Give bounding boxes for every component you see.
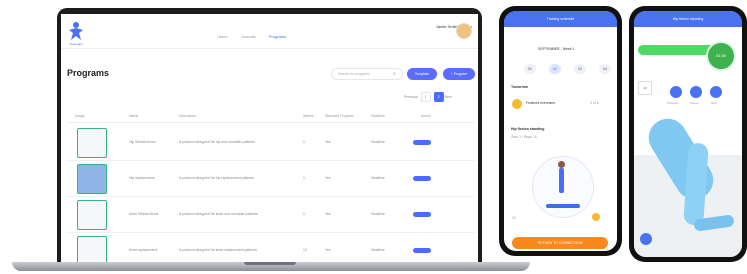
- page-title: Programs: [67, 68, 110, 78]
- column-weeks: Weeks: [303, 114, 314, 118]
- template-button[interactable]: Template: [407, 68, 437, 80]
- table-row[interactable]: Knee replacement A protocol designed for…: [67, 234, 475, 264]
- coin-icon: [592, 213, 600, 221]
- day-chip[interactable]: 04: [599, 64, 611, 74]
- program-description: A protocol designed for knee and shoulde…: [179, 212, 258, 216]
- program-standard: Yes: [325, 248, 331, 252]
- program-description: A protocol designed for hip replacement …: [179, 176, 254, 180]
- phone-right: Hip flexion standing 01:30 10 Previous P…: [629, 6, 747, 262]
- pagination-next[interactable]: Next: [445, 95, 452, 99]
- logo-icon: [69, 22, 83, 40]
- page-1[interactable]: 1: [420, 92, 431, 102]
- return-button[interactable]: RETURN TO CONNECTION: [512, 237, 608, 249]
- column-standard: Standard Program: [325, 114, 354, 118]
- exercise-thumbnail: [77, 128, 107, 158]
- column-deadline: Deadline: [371, 114, 385, 118]
- column-description: Description: [179, 114, 197, 118]
- program-weeks: 1: [303, 176, 305, 180]
- program-weeks: 12: [303, 248, 307, 252]
- row-action-button[interactable]: [413, 176, 431, 181]
- laptop-screen: physioapp Users Journals Programs Jamie …: [61, 14, 478, 264]
- program-name: Hip replacement: [129, 176, 155, 180]
- table-row[interactable]: Hip Stretch/Arms A protocol designed for…: [67, 126, 475, 161]
- program-name: Hip Stretch/Arms: [129, 140, 156, 144]
- pause-label: Pause: [690, 101, 699, 105]
- phone-header: Hip flexion standing: [634, 11, 742, 27]
- day-chip[interactable]: 01: [524, 64, 536, 74]
- program-description: A protocol designed for knee replacement…: [179, 248, 257, 252]
- row-action-button[interactable]: [413, 212, 431, 217]
- exercise-thumbnail: [77, 164, 107, 194]
- program-deadline: Deadline: [371, 212, 385, 216]
- table-row[interactable]: Knee Stretch/Arms A protocol designed fo…: [67, 198, 475, 233]
- avatar[interactable]: [456, 23, 472, 39]
- footer-count: 10: [512, 216, 516, 220]
- camera-icon[interactable]: [640, 233, 652, 245]
- exercise-mat: [546, 204, 580, 208]
- previous-label: Previous: [667, 101, 679, 105]
- progress-value: 0 of 6: [590, 101, 599, 105]
- program-weeks: 1: [303, 140, 305, 144]
- day-chip[interactable]: 03: [574, 64, 586, 74]
- exercise-title: Hip flexion standing: [511, 127, 545, 131]
- day-chip[interactable]: 02: [549, 64, 561, 74]
- next-label: Next: [711, 101, 718, 105]
- exercise-thumbnail: [77, 236, 107, 264]
- nav-item-users[interactable]: Users: [217, 34, 227, 39]
- row-action-button[interactable]: [413, 140, 431, 145]
- column-action: Action: [421, 114, 431, 118]
- program-name: Knee replacement: [129, 248, 158, 252]
- program-name: Knee Stretch/Arms: [129, 212, 159, 216]
- timer: 01:30: [706, 41, 736, 71]
- program-standard: Yes: [325, 140, 331, 144]
- pause-button[interactable]: [690, 86, 702, 98]
- pagination-previous[interactable]: Previous: [404, 95, 418, 99]
- person-icon: [558, 161, 565, 168]
- phone-header: Training schedule: [504, 11, 617, 27]
- topbar: physioapp Users Journals Programs Jamie …: [61, 14, 478, 49]
- brand-name: physioapp: [69, 42, 83, 46]
- main-nav: Users Journals Programs: [217, 34, 298, 39]
- phone-left-screen: Training schedule SEPTEMBER - Week 1 01 …: [504, 11, 617, 251]
- table-header: Image Name Description Weeks Standard Pr…: [67, 112, 475, 123]
- program-description: A protocol designed for hip and shoulder…: [179, 140, 255, 144]
- side-counter: 10: [638, 81, 652, 95]
- pagination: Previous 1 2 Next: [404, 92, 452, 102]
- laptop-notch: [244, 262, 296, 265]
- progress-label: Finished exercises: [526, 101, 555, 105]
- exercise-subtitle: Sets 3 / Reps 10: [511, 135, 537, 139]
- progress-bar: [638, 45, 716, 55]
- column-name: Name: [129, 114, 139, 118]
- column-image: Image: [75, 114, 85, 118]
- next-button[interactable]: [710, 86, 722, 98]
- table-row[interactable]: Hip replacement A protocol designed for …: [67, 162, 475, 197]
- progress-badge-icon: [512, 99, 522, 109]
- phone-left: Training schedule SEPTEMBER - Week 1 01 …: [499, 6, 622, 256]
- program-deadline: Deadline: [371, 140, 385, 144]
- program-standard: Yes: [325, 212, 331, 216]
- nav-item-programs[interactable]: Programs: [269, 34, 286, 39]
- nav-item-journals[interactable]: Journals: [241, 34, 256, 39]
- program-deadline: Deadline: [371, 248, 385, 252]
- row-action-button[interactable]: [413, 248, 431, 253]
- date-label: SEPTEMBER - Week 1: [538, 47, 575, 51]
- previous-button[interactable]: [670, 86, 682, 98]
- search-icon[interactable]: ⌕: [393, 71, 396, 77]
- program-standard: Yes: [325, 176, 331, 180]
- program-deadline: Deadline: [371, 176, 385, 180]
- phone-right-screen: Hip flexion standing 01:30 10 Previous P…: [634, 11, 742, 257]
- program-weeks: 1: [303, 212, 305, 216]
- section-title: Tomorrow: [511, 85, 528, 89]
- page-2[interactable]: 2: [433, 92, 444, 102]
- exercise-thumbnail: [77, 200, 107, 230]
- add-program-button[interactable]: + Program: [443, 68, 475, 80]
- person-body: [559, 168, 564, 193]
